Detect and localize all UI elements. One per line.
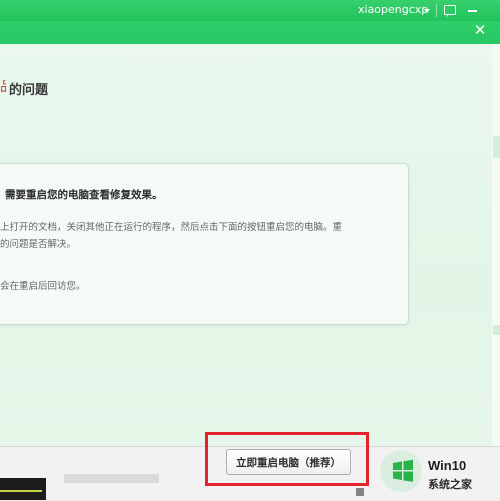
close-icon[interactable]: ✕ xyxy=(472,22,488,38)
card-text: 的问题是否解决。 xyxy=(0,239,77,250)
background-icon-fragment xyxy=(356,488,364,496)
right-side-panel xyxy=(492,44,500,446)
highlight-annotation xyxy=(205,432,369,486)
side-tab[interactable] xyxy=(493,136,500,158)
feedback-icon[interactable] xyxy=(444,5,456,17)
account-name[interactable]: xiaopengcxp xyxy=(358,3,428,16)
warning-icon: 品 xyxy=(0,80,6,94)
windows-logo-icon xyxy=(393,459,413,482)
side-tab[interactable] xyxy=(493,325,500,335)
watermark-title: Win10 xyxy=(428,458,467,473)
card-text: 会在重启后回访您。 xyxy=(0,281,86,292)
background-text-fragment xyxy=(64,474,159,483)
card-title: 需要重启您的电脑查看修复效果。 xyxy=(5,189,163,201)
page-title: 的问题 xyxy=(9,83,49,98)
taskbar-fragment xyxy=(0,478,46,500)
minimize-icon[interactable] xyxy=(468,10,477,12)
card-text: 上打开的文档，关闭其他正在运行的程序，然后点击下面的按钮重启您的电脑。重 xyxy=(0,222,343,233)
watermark-subtitle: 系统之家 xyxy=(428,478,472,491)
account-dropdown-icon[interactable] xyxy=(424,9,430,13)
taskbar-indicator xyxy=(0,490,42,492)
title-divider xyxy=(436,4,437,17)
header-bar xyxy=(0,21,500,44)
